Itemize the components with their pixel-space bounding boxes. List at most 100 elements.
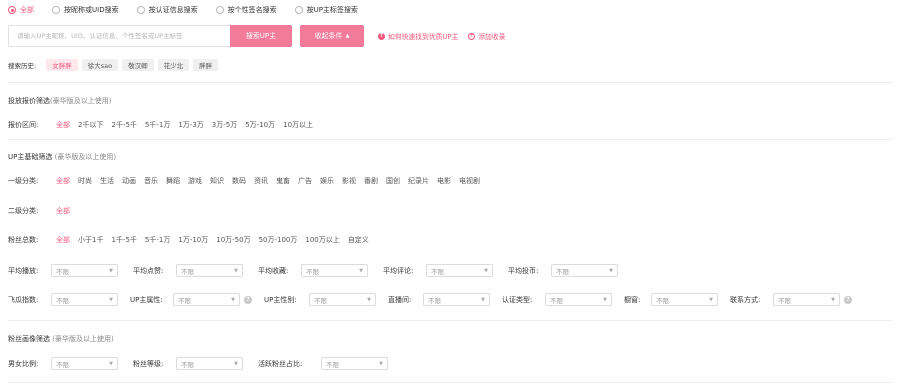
- dropdown-select[interactable]: 不限 ▼: [545, 293, 612, 306]
- filter-option[interactable]: 3万-5万: [212, 120, 237, 130]
- help-icon[interactable]: ?: [844, 295, 852, 304]
- chevron-down-icon: ▼: [234, 267, 238, 274]
- dropdown-select[interactable]: 不限 ▼: [651, 293, 718, 306]
- filter-option[interactable]: 资讯: [254, 176, 268, 186]
- select-group: 活跃粉丝占比: 不限 ▼: [258, 357, 388, 370]
- dropdown-select[interactable]: 不限 ▼: [176, 264, 243, 277]
- filter-option[interactable]: 全部: [56, 206, 70, 216]
- filter-option[interactable]: 5千-1万: [145, 235, 170, 245]
- help-icon[interactable]: ?: [244, 295, 252, 304]
- history-tag[interactable]: 胖胖: [193, 59, 219, 71]
- chevron-down-icon: ▼: [234, 360, 238, 367]
- dropdown-select[interactable]: 不限 ▼: [51, 293, 118, 306]
- search-mode-radio-1[interactable]: 按昵称或UID搜索: [52, 5, 119, 15]
- dropdown-select[interactable]: 不限 ▼: [173, 293, 240, 306]
- search-mode-radio-4[interactable]: 按UP主标签搜索: [294, 5, 358, 15]
- filter-option[interactable]: 纪录片: [408, 176, 429, 186]
- filter-option[interactable]: 全部: [56, 176, 70, 186]
- filter-option[interactable]: 1万-10万: [178, 235, 208, 245]
- filter-option[interactable]: 音乐: [144, 176, 158, 186]
- filter-option[interactable]: 动画: [122, 176, 136, 186]
- history-tag[interactable]: 徐大sao: [81, 59, 119, 71]
- filter-option[interactable]: 广告: [298, 176, 312, 186]
- history-tag[interactable]: 花少北: [157, 59, 190, 71]
- price-title: 投放报价筛选: [8, 97, 50, 105]
- question-icon: ?: [378, 32, 385, 40]
- filter-option[interactable]: 游戏: [188, 176, 202, 186]
- select-label: UP主属性:: [130, 295, 163, 304]
- dropdown-select[interactable]: 不限 ▼: [51, 357, 118, 370]
- filter-option[interactable]: 娱乐: [320, 176, 334, 186]
- filter-option[interactable]: 全部: [56, 235, 70, 245]
- filter-option[interactable]: 5千-1万: [145, 120, 170, 130]
- filter-option[interactable]: 全部: [56, 120, 70, 130]
- dropdown-select[interactable]: 不限 ▼: [321, 357, 388, 370]
- filter-option[interactable]: 1千-5千: [111, 235, 136, 245]
- select-group: UP主属性: 不限 ▼?: [130, 293, 252, 306]
- filter-option[interactable]: 2千-5千: [111, 120, 136, 130]
- dropdown-select[interactable]: 不限 ▼: [423, 293, 490, 306]
- filter-option[interactable]: 时尚: [78, 176, 92, 186]
- radio-circle-icon: [52, 6, 60, 14]
- attribute-selects-row: 飞瓜指数: 不限 ▼ UP主属性: 不限 ▼? UP主性别: 不限 ▼ 直播间: 不限 ▼ 认证类型: 不…: [8, 293, 864, 306]
- filter-option[interactable]: 1万-3万: [178, 120, 203, 130]
- filter-option[interactable]: 影视: [342, 176, 356, 186]
- select-value: 不限: [550, 296, 563, 305]
- filter-option[interactable]: 番剧: [364, 176, 378, 186]
- fans-portrait-subtitle: (豪华版及以上使用): [52, 335, 114, 343]
- dropdown-select[interactable]: 不限 ▼: [301, 264, 368, 277]
- filter-option[interactable]: 知识: [210, 176, 224, 186]
- search-mode-radio-3[interactable]: 按个性签名搜索: [215, 5, 277, 15]
- select-label: 粉丝等级:: [133, 359, 164, 368]
- chevron-down-icon: ▼: [109, 360, 113, 367]
- help-link[interactable]: ? 如何快速找到优质UP主: [378, 31, 458, 41]
- select-label: 直播间:: [388, 295, 412, 304]
- filter-option[interactable]: 国创: [386, 176, 400, 186]
- price-filter: 报价区间: 全部 2千以下 2千-5千 5千-1万 1万-3万 3万-5万 5万-10万 10…: [8, 120, 321, 130]
- basic-title: UP主基础筛选: [8, 153, 53, 161]
- select-group: 联系方式: 不限 ▼?: [730, 293, 852, 306]
- dropdown-select[interactable]: 不限 ▼: [176, 357, 243, 370]
- search-input[interactable]: [8, 25, 230, 47]
- filter-option[interactable]: 5万-10万: [245, 120, 275, 130]
- filter-option[interactable]: 生活: [100, 176, 114, 186]
- filter-option[interactable]: 50万-100万: [259, 235, 298, 245]
- select-label: 联系方式:: [730, 295, 761, 304]
- divider: [8, 139, 892, 140]
- dropdown-select[interactable]: 不限 ▼: [309, 293, 376, 306]
- chevron-down-icon: ▼: [603, 296, 607, 303]
- collapse-filters-button[interactable]: 收起条件 ▲: [300, 25, 364, 47]
- dropdown-select[interactable]: 不限 ▼: [51, 264, 118, 277]
- history-tag[interactable]: 敬汉卿: [122, 59, 154, 71]
- filter-option[interactable]: 数码: [232, 176, 246, 186]
- select-value: 不限: [56, 296, 69, 305]
- select-value: 不限: [56, 267, 69, 276]
- filter-option[interactable]: 电视剧: [459, 176, 480, 186]
- filter-option[interactable]: 鬼畜: [276, 176, 290, 186]
- add-collection-link[interactable]: + 添加收录: [468, 31, 505, 41]
- select-value: 不限: [181, 267, 194, 276]
- dropdown-select[interactable]: 不限 ▼: [773, 293, 840, 306]
- filter-option[interactable]: 10万-50万: [216, 235, 250, 245]
- filter-option[interactable]: 小于1千: [78, 235, 103, 245]
- dropdown-select[interactable]: 不限 ▼: [426, 264, 493, 277]
- search-mode-label: 按个性签名搜索: [227, 6, 277, 14]
- select-label: UP主性别:: [264, 295, 297, 304]
- select-label: 飞瓜指数:: [8, 295, 39, 304]
- dropdown-select[interactable]: 不限 ▼: [551, 264, 618, 277]
- divider: [8, 82, 892, 83]
- search-mode-radio-0[interactable]: 全部: [8, 5, 34, 15]
- filter-option[interactable]: 100万以上: [305, 235, 339, 245]
- caret-up-icon: ▲: [345, 33, 350, 39]
- search-mode-radio-2[interactable]: 按认证信息搜索: [136, 5, 198, 15]
- history-tag[interactable]: 女胖胖: [46, 59, 78, 71]
- filter-option[interactable]: 2千以下: [78, 120, 103, 130]
- search-button[interactable]: 搜索UP主: [230, 25, 292, 47]
- filter-option[interactable]: 自定义: [348, 235, 369, 245]
- fans-selects-row: 男女比例: 不限 ▼ 粉丝等级: 不限 ▼ 活跃粉丝占比: 不限 ▼: [8, 357, 403, 370]
- chevron-down-icon: ▼: [484, 267, 488, 274]
- filter-option[interactable]: 舞蹈: [166, 176, 180, 186]
- filter-option[interactable]: 10万以上: [283, 120, 313, 130]
- filter-option[interactable]: 电影: [437, 176, 451, 186]
- radio-circle-icon: [215, 6, 224, 14]
